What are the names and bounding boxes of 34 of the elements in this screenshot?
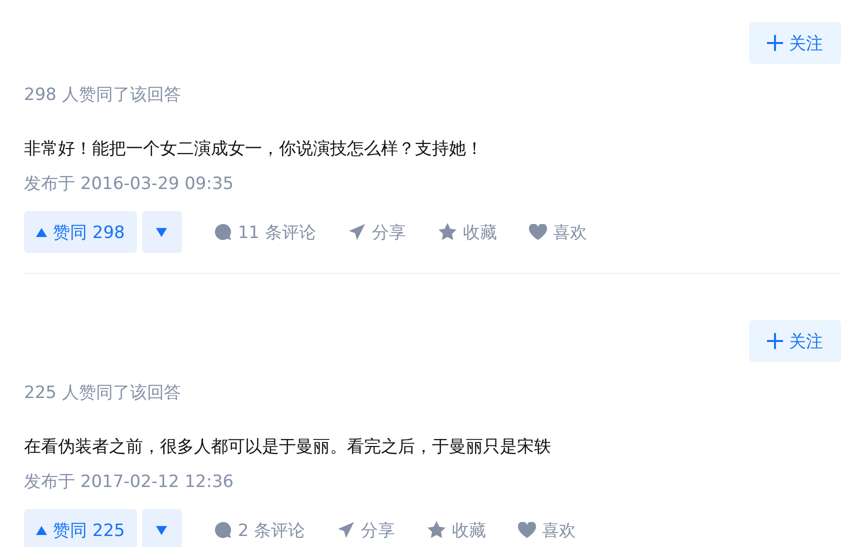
- follow-button[interactable]: 关注: [749, 320, 841, 362]
- heart-icon: [518, 522, 536, 538]
- heart-icon: [528, 224, 547, 240]
- share-button[interactable]: 分享: [337, 518, 396, 542]
- plus-icon: [767, 333, 783, 349]
- star-icon: [427, 521, 446, 539]
- speech-bubble-icon: [214, 223, 232, 241]
- answer-text: 在看伪装者之前，很多人都可以是于曼丽。看完之后，于曼丽只是宋轶: [24, 436, 552, 459]
- like-button[interactable]: 喜欢: [528, 220, 587, 244]
- publish-date: 发布于 2017-02-12 12:36: [24, 471, 235, 494]
- publish-date: 发布于 2016-03-29 09:35: [24, 173, 235, 196]
- upvote-summary: 225 人赞同了该回答: [24, 382, 182, 404]
- upvote-summary: 298 人赞同了该回答: [24, 84, 182, 106]
- share-button[interactable]: 分享: [348, 220, 406, 244]
- plus-icon: [767, 35, 783, 51]
- upvote-button[interactable]: 赞同 225: [24, 509, 137, 547]
- speech-bubble-icon: [214, 521, 232, 539]
- paper-plane-icon: [337, 521, 356, 539]
- comment-button[interactable]: 11 条评论: [214, 220, 316, 244]
- triangle-up-icon: [36, 526, 47, 534]
- like-button[interactable]: 喜欢: [518, 518, 576, 542]
- triangle-up-icon: [36, 228, 47, 236]
- upvote-button[interactable]: 赞同 298: [24, 211, 137, 253]
- answer-text: 非常好！能把一个女二演成女一，你说演技怎么样？支持她！: [24, 138, 484, 161]
- favorite-button[interactable]: 收藏: [438, 220, 497, 244]
- triangle-down-icon: [156, 228, 168, 236]
- comment-button[interactable]: 2 条评论: [214, 518, 306, 542]
- follow-button[interactable]: 关注: [749, 22, 841, 64]
- downvote-button[interactable]: [142, 509, 182, 547]
- downvote-button[interactable]: [142, 211, 182, 253]
- favorite-button[interactable]: 收藏: [427, 518, 486, 542]
- star-icon: [438, 223, 457, 241]
- paper-plane-icon: [348, 223, 366, 241]
- triangle-down-icon: [156, 526, 168, 534]
